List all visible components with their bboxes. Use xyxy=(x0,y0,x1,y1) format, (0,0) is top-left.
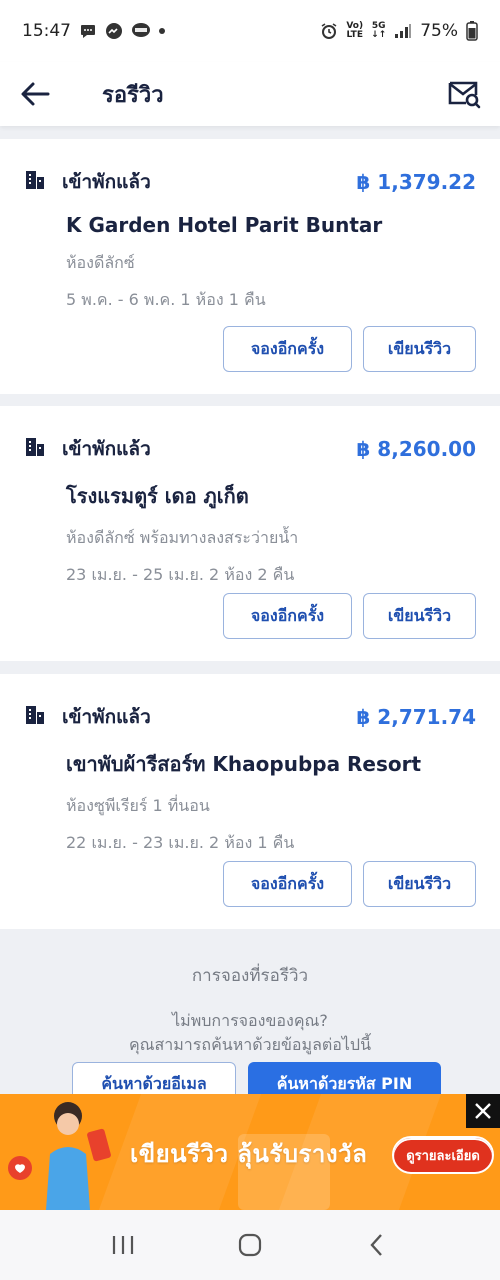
line-icon xyxy=(131,22,151,40)
app-header: รอรีวิว xyxy=(0,62,500,126)
home-button[interactable] xyxy=(230,1225,270,1265)
search-email-button[interactable] xyxy=(446,76,482,112)
banner-details-button[interactable]: ดูรายละเอียด xyxy=(392,1136,494,1174)
woman-with-phone-illustration xyxy=(8,1102,111,1210)
battery-icon xyxy=(466,21,478,41)
booking-price: ฿ 8,260.00 xyxy=(356,437,476,461)
room-type: ห้องซูพีเรียร์ 1 ที่นอน xyxy=(66,796,210,815)
building-icon xyxy=(24,436,46,462)
rebook-button[interactable]: จองอีกครั้ง xyxy=(223,861,352,907)
mail-search-icon xyxy=(448,81,481,109)
back-nav-button[interactable] xyxy=(357,1225,397,1265)
info-title: การจองที่รอรีวิว xyxy=(191,966,309,986)
battery-percent: 75% xyxy=(420,21,458,41)
booking-price: ฿ 1,379.22 xyxy=(356,170,476,194)
close-icon xyxy=(475,1103,491,1119)
rebook-button[interactable]: จองอีกครั้ง xyxy=(223,326,352,372)
write-review-button[interactable]: เขียนรีวิว xyxy=(363,593,476,639)
signal-icon xyxy=(394,23,412,39)
recent-apps-icon xyxy=(113,1236,134,1254)
stay-dates: 5 พ.ค. - 6 พ.ค. 1 ห้อง 1 คืน xyxy=(66,290,266,309)
booking-card: เข้าพักแล้ว ฿ 1,379.22 K Garden Hotel Pa… xyxy=(0,139,500,394)
volte-indicator: Vo) LTE xyxy=(346,21,364,40)
stay-dates: 23 เม.ย. - 25 เม.ย. 2 ห้อง 2 คืน xyxy=(66,565,295,584)
booking-card: เข้าพักแล้ว ฿ 8,260.00 โรงแรมตูร์ เดอ ภู… xyxy=(0,406,500,661)
messenger-icon xyxy=(105,22,123,40)
banner-close-button[interactable] xyxy=(466,1094,500,1128)
network-5g-indicator: 5G ↓↑ xyxy=(371,21,387,40)
promo-banner[interactable]: เขียนรีวิว ลุ้นรับรางวัล ดูรายละเอียด xyxy=(0,1094,500,1210)
info-line-1: ไม่พบการจองของคุณ? xyxy=(172,1011,328,1030)
system-nav-bar xyxy=(0,1210,500,1280)
building-icon xyxy=(24,704,46,730)
notification-dot xyxy=(159,28,165,34)
rebook-button[interactable]: จองอีกครั้ง xyxy=(223,593,352,639)
chat-bubble-icon xyxy=(79,22,97,40)
home-icon xyxy=(238,1233,262,1257)
hotel-name[interactable]: โรงแรมตูร์ เดอ ภูเก็ต xyxy=(66,480,476,512)
info-line-2: คุณสามารถค้นหาด้วยข้อมูลต่อไปนี้ xyxy=(128,1035,372,1054)
chevron-left-icon xyxy=(370,1234,382,1256)
alarm-icon xyxy=(320,22,338,40)
page-title: รอรีวิว xyxy=(102,82,164,108)
write-review-button[interactable]: เขียนรีวิว xyxy=(363,326,476,372)
pending-review-info: การจองที่รอรีวิว ไม่พบการจองของคุณ? คุณส… xyxy=(0,948,500,1057)
booking-status: เข้าพักแล้ว xyxy=(62,438,151,460)
status-bar: 15:47 Vo) LTE 5G ↓↑ 75% xyxy=(0,0,500,62)
banner-headline: เขียนรีวิว ลุ้นรับรางวัล xyxy=(130,1140,368,1168)
status-time: 15:47 xyxy=(22,21,71,41)
hotel-name[interactable]: K Garden Hotel Parit Buntar xyxy=(66,213,476,237)
recent-apps-button[interactable] xyxy=(103,1225,143,1265)
booking-card: เข้าพักแล้ว ฿ 2,771.74 เขาพับผ้ารีสอร์ท … xyxy=(0,674,500,929)
write-review-button[interactable]: เขียนรีวิว xyxy=(363,861,476,907)
room-type: ห้องดีลักซ์ พร้อมทางลงสระว่ายน้ำ xyxy=(66,528,299,547)
room-type: ห้องดีลักซ์ xyxy=(66,253,135,272)
booking-price: ฿ 2,771.74 xyxy=(356,705,476,729)
booking-status: เข้าพักแล้ว xyxy=(62,706,151,728)
booking-status: เข้าพักแล้ว xyxy=(62,171,151,193)
hotel-name[interactable]: เขาพับผ้ารีสอร์ท Khaopubpa Resort xyxy=(66,748,476,780)
back-button[interactable] xyxy=(18,77,52,111)
arrow-left-icon xyxy=(21,82,50,106)
stay-dates: 22 เม.ย. - 23 เม.ย. 2 ห้อง 1 คืน xyxy=(66,833,295,852)
building-icon xyxy=(24,169,46,195)
